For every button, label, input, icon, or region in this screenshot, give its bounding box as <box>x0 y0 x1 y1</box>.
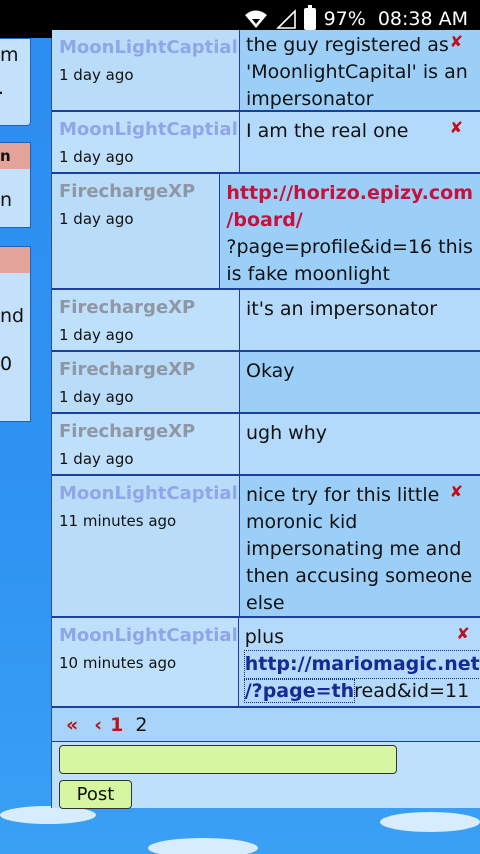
post-author-cell: FirechargeXP 1 day ago <box>52 290 240 350</box>
sidebar-panel-header: n <box>0 143 30 169</box>
sidebar-text: 0 <box>0 353 13 375</box>
message-line: ?page=profile&id=16 this <box>226 236 473 258</box>
battery-icon <box>303 5 316 30</box>
sidebar-panel-header <box>0 247 30 273</box>
post-message: plus http://mariomagic.net /?page=thread… <box>238 618 480 706</box>
reply-input[interactable] <box>59 745 397 774</box>
message-line: I am the real one <box>246 120 409 142</box>
post-time: 1 day ago <box>59 210 134 228</box>
signal-icon <box>275 9 296 29</box>
message-line: ugh why <box>246 422 328 444</box>
post-author-cell: MoonLightCaptial 1 day ago <box>52 112 240 172</box>
post-time: 1 day ago <box>59 388 134 406</box>
post-author[interactable]: FirechargeXP <box>59 358 239 382</box>
message-line: read&id=11 <box>354 680 470 702</box>
post-author[interactable]: MoonLightCaptial <box>59 118 239 142</box>
post-row: FirechargeXP 1 day ago http://horizo.epi… <box>52 174 480 290</box>
reply-form: Post <box>52 742 480 809</box>
message-link[interactable]: /?page=th <box>243 679 356 703</box>
post-message: http://horizo.epizy.com /board/ ?page=pr… <box>220 174 480 288</box>
post-row: MoonLightCaptial 10 minutes ago plus htt… <box>52 618 480 708</box>
post-author[interactable]: MoonLightCaptial <box>59 624 238 648</box>
post-author-cell: MoonLightCaptial 11 minutes ago <box>52 476 240 616</box>
post-time: 11 minutes ago <box>59 512 177 530</box>
message-line: moronic kid <box>246 511 358 533</box>
message-line: impersonator <box>246 88 374 110</box>
sidebar-text: . <box>0 77 4 99</box>
post-author-cell: MoonLightCaptial 10 minutes ago <box>52 618 239 706</box>
post-row: FirechargeXP 1 day ago Okay <box>52 352 480 414</box>
message-line: the guy registered as <box>246 34 449 56</box>
pagination: « ‹ 1 2 <box>52 708 480 742</box>
battery-percent: 97% <box>323 8 366 30</box>
sidebar-panel-3: nd 0 <box>0 246 31 422</box>
post-message: Okay <box>240 352 480 412</box>
post-author-cell: FirechargeXP 1 day ago <box>52 174 221 288</box>
post-author-cell: MoonLightCaptial 1 day ago <box>52 30 240 110</box>
post-message: ugh why <box>240 414 480 474</box>
sidebar-text: nd <box>0 305 25 327</box>
sidebar-text: m <box>0 44 19 66</box>
post-time: 10 minutes ago <box>59 654 177 672</box>
first-page-link[interactable]: « <box>66 714 78 736</box>
post-time: 1 day ago <box>59 326 134 344</box>
post-time: 1 day ago <box>59 450 134 468</box>
post-message: nice try for this little moronic kid imp… <box>240 476 480 616</box>
post-message: the guy registered as 'MoonlightCapital'… <box>240 30 480 110</box>
message-line: plus <box>244 626 285 648</box>
message-link[interactable]: http://mariomagic.net <box>243 650 480 679</box>
post-message: it's an impersonator <box>240 290 480 350</box>
prev-page-link[interactable]: ‹ <box>94 714 102 736</box>
message-link[interactable]: http://horizo.epizy.com <box>226 180 473 207</box>
post-author[interactable]: FirechargeXP <box>59 296 239 320</box>
message-line: else <box>246 592 285 614</box>
post-message: I am the real one ✘ <box>240 112 480 172</box>
post-row: FirechargeXP 1 day ago ugh why <box>52 414 480 476</box>
delete-icon[interactable]: ✘ <box>456 620 469 647</box>
cloud-decoration <box>380 812 480 832</box>
post-row: MoonLightCaptial 1 day ago I am the real… <box>52 112 480 174</box>
post-author-cell: FirechargeXP 1 day ago <box>52 414 240 474</box>
post-button[interactable]: Post <box>59 780 132 809</box>
sidebar-panel-1: m . <box>0 38 31 126</box>
thread-board: MoonLightCaptial 1 day ago the guy regis… <box>51 30 480 809</box>
current-page: 1 <box>110 713 124 736</box>
post-time: 1 day ago <box>59 66 134 84</box>
message-line: it's an impersonator <box>246 298 438 320</box>
post-row: MoonLightCaptial 11 minutes ago nice try… <box>52 476 480 618</box>
post-author-cell: FirechargeXP 1 day ago <box>52 352 240 412</box>
sidebar-panel-2: n n <box>0 142 31 228</box>
post-row: FirechargeXP 1 day ago it's an impersona… <box>52 290 480 352</box>
post-row: MoonLightCaptial 1 day ago the guy regis… <box>52 30 480 112</box>
sidebar-text: n <box>0 189 13 211</box>
wifi-icon <box>244 10 267 28</box>
message-link[interactable]: /board/ <box>226 207 473 234</box>
delete-icon[interactable]: ✘ <box>450 478 463 505</box>
message-line: 'MoonlightCapital' is an <box>246 61 468 83</box>
clock: 08:38 AM <box>377 8 468 30</box>
delete-icon[interactable]: ✘ <box>450 114 463 141</box>
message-line: impersonating me and <box>246 538 462 560</box>
message-line: nice try for this little <box>246 484 440 506</box>
message-line: Okay <box>246 360 295 382</box>
message-line: then accusing someone <box>246 565 473 587</box>
post-author[interactable]: FirechargeXP <box>59 180 219 204</box>
post-author[interactable]: FirechargeXP <box>59 420 239 444</box>
page-link-2[interactable]: 2 <box>135 714 147 736</box>
message-line: is fake moonlight <box>226 263 390 285</box>
post-time: 1 day ago <box>59 148 134 166</box>
cloud-decoration <box>148 838 258 854</box>
delete-icon[interactable]: ✘ <box>450 28 463 55</box>
post-author[interactable]: MoonLightCaptial <box>59 482 239 506</box>
post-author[interactable]: MoonLightCaptial <box>59 36 239 60</box>
